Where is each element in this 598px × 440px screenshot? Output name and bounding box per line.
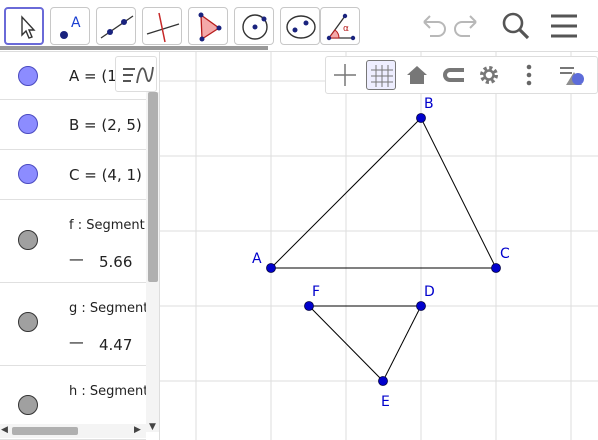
circle-center-point-icon [242, 14, 268, 40]
angle-tool-label: α [343, 24, 349, 34]
grid-toggle-button[interactable] [366, 60, 396, 90]
vertical-dots-icon [526, 64, 532, 86]
point-tool-button[interactable]: A [50, 7, 90, 45]
point-capture-icon [443, 68, 464, 82]
settings-button[interactable] [474, 60, 504, 90]
circle-tool-button[interactable] [234, 7, 274, 45]
point-label: A [252, 251, 262, 267]
segment-marker-f[interactable] [18, 230, 38, 250]
algebra-item-text[interactable]: h : Segment [69, 384, 146, 399]
value-arrow: ⟶ [69, 253, 83, 268]
ellipse-icon [286, 15, 316, 39]
algebra-item-C[interactable]: C = (4, 1) [0, 150, 146, 200]
ellipse-tool-button[interactable] [280, 7, 320, 45]
algebra-style-button[interactable] [115, 56, 157, 92]
scroll-right-arrow-icon[interactable]: ▶ [134, 425, 141, 435]
search-icon[interactable] [500, 10, 532, 42]
point-tool-label: A [71, 15, 81, 31]
scrollbar-thumb[interactable] [148, 92, 158, 282]
point-label: B [424, 96, 434, 112]
perpendicular-tool-button[interactable] [142, 7, 182, 45]
point-marker-C[interactable] [18, 164, 38, 184]
arrow-cursor-icon [21, 15, 36, 39]
scrollbar-thumb[interactable] [12, 427, 78, 435]
point-marker-B[interactable] [18, 114, 38, 134]
point-capture-button[interactable] [438, 60, 468, 90]
algebra-item-text[interactable]: C = (4, 1) [69, 166, 146, 184]
scroll-down-arrow-icon[interactable]: ▼ [149, 422, 156, 432]
visibility-toggle[interactable] [0, 283, 56, 365]
point-label: E [381, 394, 390, 410]
point-label: C [500, 246, 510, 262]
perpendicular-line-icon [146, 12, 180, 43]
angle-tool-button[interactable]: α [320, 7, 360, 45]
line-tool-button[interactable] [96, 7, 136, 45]
move-tool-button[interactable] [4, 7, 44, 45]
redo-icon[interactable] [452, 10, 484, 42]
value-arrow: ⟶ [69, 336, 83, 351]
segment-de[interactable] [382, 305, 422, 382]
hamburger-menu-icon[interactable] [548, 10, 580, 42]
triangle-DEF[interactable] [308, 305, 422, 382]
perspective-button[interactable] [558, 60, 588, 90]
segment-marker-g[interactable] [18, 312, 38, 332]
segment-g[interactable] [420, 117, 497, 269]
scroll-left-arrow-icon[interactable]: ◀ [1, 425, 8, 435]
algebra-item-text[interactable]: f : Segment [69, 218, 146, 233]
point-marker-A[interactable] [18, 66, 38, 86]
segment-length-value: 5.66 [99, 253, 133, 271]
segment-marker-h[interactable] [18, 395, 38, 415]
more-options-button[interactable] [514, 60, 544, 90]
axes-toggle-button[interactable] [330, 60, 360, 90]
home-icon [407, 66, 427, 84]
angle-icon: α [326, 13, 356, 41]
point-icon: A [60, 15, 81, 39]
algebra-horizontal-scrollbar[interactable]: ◀ ▶ [0, 424, 146, 438]
axes-toggle-icon [334, 64, 356, 86]
polygon-tool-button[interactable] [188, 7, 228, 45]
graphics-style-bar [325, 56, 598, 94]
visibility-toggle[interactable] [0, 150, 56, 199]
algebra-item-f[interactable]: f : Segment ⟶ 5.66 [0, 200, 146, 283]
point-A[interactable]: A [252, 251, 276, 273]
grid-toggle-icon [371, 65, 393, 87]
point-C[interactable]: C [491, 246, 511, 273]
point-D[interactable]: D [416, 284, 435, 311]
settings-gear-icon [480, 66, 498, 84]
undo-icon[interactable] [416, 10, 448, 42]
visibility-toggle[interactable] [0, 52, 56, 99]
home-button[interactable] [402, 60, 432, 90]
algebra-style-icon [123, 66, 154, 84]
toolbar-underline [0, 46, 268, 50]
algebra-view: A = (1, 1) B = (2, 5) C = (4, 1) f : Seg… [0, 52, 160, 440]
point-label: D [424, 284, 435, 300]
point-F[interactable]: F [304, 284, 321, 311]
visibility-toggle[interactable] [0, 200, 56, 282]
toolbar: A α [0, 0, 598, 52]
graphics-perspective-icon [560, 67, 584, 85]
polygon-icon [198, 12, 222, 42]
point-label: F [312, 284, 320, 300]
segment-length-value: 4.47 [99, 336, 133, 354]
point-E[interactable]: E [378, 376, 390, 411]
triangle-ABC[interactable] [270, 117, 497, 269]
algebra-item-g[interactable]: g : Segment ⟶ 4.47 [0, 283, 146, 366]
algebra-vertical-scrollbar[interactable]: ▼ [146, 92, 159, 432]
algebra-item-B[interactable]: B = (2, 5) [0, 100, 146, 150]
graphics-canvas[interactable]: A B C D E F [160, 52, 598, 440]
point-B[interactable]: B [416, 96, 434, 123]
line-through-points-icon [100, 15, 134, 39]
algebra-item-text[interactable]: B = (2, 5) [69, 116, 146, 134]
algebra-item-text[interactable]: g : Segment [69, 301, 146, 316]
graphics-view[interactable]: A B C D E F [160, 52, 598, 440]
visibility-toggle[interactable] [0, 100, 56, 149]
